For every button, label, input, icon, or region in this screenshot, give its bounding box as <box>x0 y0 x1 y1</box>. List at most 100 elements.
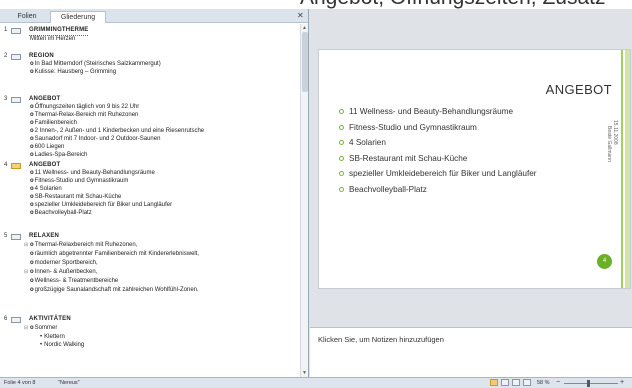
bullet-text: Fitness-Studio und Gymnastikraum <box>349 122 477 132</box>
bullet-circle-icon <box>339 171 344 176</box>
outline-line: Sommer <box>30 325 58 333</box>
outline-scrollbar[interactable]: ▲ ▼ <box>300 24 308 377</box>
slide-bullet: 4 Solarien <box>339 135 537 151</box>
outline-line: In Bad Mitterndorf (Steirisches Salzkamm… <box>30 61 161 69</box>
cut-off-title-strip: Angebot, Öffnungszeiten, Zusatz <box>0 0 632 9</box>
slide-editor-area: 15.11.2008 Beate Gallmann ANGEBOT 11 Wel… <box>310 9 632 327</box>
outline-subline: Klettern <box>40 334 65 342</box>
scroll-down-icon[interactable]: ▼ <box>302 370 307 376</box>
slide-bullet: 11 Wellness- und Beauty-Behandlungsräume <box>339 104 537 120</box>
outline-line: Wellness- & Treatmentbereiche <box>30 278 119 286</box>
bullet-circle-icon <box>339 155 344 161</box>
outline-line: 11 Wellness- und Beauty-Behandlungsräume <box>30 170 155 178</box>
collapse-icon[interactable]: ⊟ <box>24 242 28 250</box>
outline-line: räumlich abgetrennter Familienbereich mi… <box>30 251 199 259</box>
normal-view-icon[interactable] <box>490 379 498 386</box>
zoom-level[interactable]: 58 % <box>537 380 550 386</box>
outline-line: moderner Sportbereich, <box>30 260 98 268</box>
zoom-slider-handle[interactable] <box>587 380 590 387</box>
scroll-up-icon[interactable]: ▲ <box>302 25 307 31</box>
slide-title: REGION <box>29 53 54 59</box>
slide-bullet: spezieller Umkleidebereich für Biker und… <box>339 166 537 182</box>
collapse-icon[interactable]: ⊟ <box>24 325 28 333</box>
slide-author: Beate Gallmann <box>606 126 612 162</box>
outline-pane: Folien Gliederung ✕ 1 GRIMMINGTHERME Mit… <box>0 9 309 377</box>
slide-sorter-icon[interactable] <box>501 379 509 386</box>
outline-line: Innen- & Außenbecken, <box>30 269 98 277</box>
outline-line: Familienbereich <box>30 120 77 128</box>
pane-tab-bar: Folien Gliederung ✕ <box>0 9 308 23</box>
outline-line: Mitten im Herzen <box>30 36 76 42</box>
notes-placeholder[interactable]: Klicken Sie, um Notizen hinzuzufügen <box>318 335 444 344</box>
tab-gliederung[interactable]: Gliederung <box>50 11 106 23</box>
outline-line: Thermal-Relax-Bereich mit Ruhezonen <box>30 112 139 120</box>
slide-icon[interactable] <box>11 97 21 103</box>
slide-bullet: Beachvolleyball-Platz <box>339 182 537 198</box>
cut-off-title-text: Angebot, Öffnungszeiten, Zusatz <box>300 0 605 9</box>
close-pane-icon[interactable]: ✕ <box>297 11 304 20</box>
slide-title: GRIMMINGTHERME <box>29 27 89 36</box>
slide-canvas[interactable]: 15.11.2008 Beate Gallmann ANGEBOT 11 Wel… <box>318 49 631 289</box>
bullet-text: 4 Solarien <box>349 138 386 147</box>
selected-slide-icon[interactable] <box>11 163 21 169</box>
slide-number-badge: 4 <box>597 254 612 269</box>
zoom-in-icon[interactable]: + <box>620 379 624 386</box>
slide-counter: Folie 4 von 8 <box>4 380 36 386</box>
bullet-text: SB-Restaurant mit Schau-Küche <box>349 153 468 163</box>
status-bar: Folie 4 von 8 "Nereus" 58 % − + <box>0 377 632 388</box>
slide-icon[interactable] <box>11 28 21 34</box>
slide-side-info: 15.11.2008 Beate Gallmann <box>606 120 618 200</box>
outline-line: 4 Solarien <box>30 186 62 194</box>
collapse-icon[interactable]: ⊟ <box>24 269 28 277</box>
scroll-thumb[interactable] <box>302 32 308 92</box>
outline-line: Thermal-Relaxbereich mit Ruhezonen, <box>30 242 138 250</box>
outline-line: Beachvolleyball-Platz <box>30 210 92 218</box>
accent-stripe <box>621 50 623 288</box>
slide-number: 5 <box>4 233 8 239</box>
zoom-slider-track[interactable] <box>564 383 618 384</box>
outline-line: großzügige Saunalandschaft mit zahlreich… <box>30 287 199 295</box>
slide-bullet-list[interactable]: 11 Wellness- und Beauty-Behandlungsräume… <box>339 104 537 197</box>
outline-line: Kulisse: Hausberg – Grimming <box>30 69 116 77</box>
slide-number: 1 <box>4 27 8 33</box>
tab-folien[interactable]: Folien <box>4 11 50 23</box>
accent-band <box>625 50 630 288</box>
slide-title: ANGEBOT <box>29 162 61 168</box>
slide-title: RELAXEN <box>29 233 60 239</box>
slide-date: 15.11.2008 <box>612 120 618 145</box>
slide-number: 2 <box>4 53 8 59</box>
outline-subline: Nordic Walking <box>40 342 84 350</box>
outline-line: 600 Liegen <box>30 144 65 152</box>
slide-bullet: Fitness-Studio und Gymnastikraum <box>339 120 537 136</box>
outline-line: Fitness-Studio und Gymnastikraum <box>30 178 129 186</box>
bullet-text: Beachvolleyball-Platz <box>349 184 427 194</box>
bullet-circle-icon <box>339 186 344 192</box>
slideshow-icon[interactable] <box>523 379 531 386</box>
slide-heading[interactable]: ANGEBOT <box>546 82 612 97</box>
slide-title: AKTIVITÄTEN <box>29 316 71 322</box>
outline-line: Saunadorf mit 7 Indoor- und 2 Outdoor-Sa… <box>30 136 161 144</box>
outline-line: 2 Innen-, 2 Außen- und 1 Kinderbecken un… <box>30 128 204 136</box>
slide-number: 4 <box>4 162 8 168</box>
zoom-out-icon[interactable]: − <box>556 379 560 386</box>
bullet-circle-icon <box>339 124 344 130</box>
theme-name[interactable]: "Nereus" <box>58 380 80 386</box>
slide-icon[interactable] <box>11 234 21 240</box>
bullet-text: spezieller Umkleidebereich für Biker und… <box>349 169 537 178</box>
slide-number: 3 <box>4 96 8 102</box>
outline-line: spezieller Umkleidebereich für Biker und… <box>30 202 172 210</box>
outline-list: 1 GRIMMINGTHERME Mitten im Herzen 2 REGI… <box>0 24 300 377</box>
reading-view-icon[interactable] <box>512 379 520 386</box>
notes-pane[interactable]: Klicken Sie, um Notizen hinzuzufügen <box>310 327 632 377</box>
outline-line: SB-Restaurant mit Schau-Küche <box>30 194 122 202</box>
bullet-text: 11 Wellness- und Beauty-Behandlungsräume <box>349 107 514 116</box>
slide-title: ANGEBOT <box>29 96 61 102</box>
bullet-circle-icon <box>339 140 344 145</box>
slide-icon[interactable] <box>11 54 21 60</box>
slide-bullet: SB-Restaurant mit Schau-Küche <box>339 151 537 167</box>
bullet-circle-icon <box>339 109 344 114</box>
outline-line: Öffnungszeiten täglich von 9 bis 22 Uhr <box>30 104 140 112</box>
outline-line: Ladies-Spa-Bereich <box>30 152 88 160</box>
slide-icon[interactable] <box>11 317 21 323</box>
slide-number: 6 <box>4 316 8 322</box>
